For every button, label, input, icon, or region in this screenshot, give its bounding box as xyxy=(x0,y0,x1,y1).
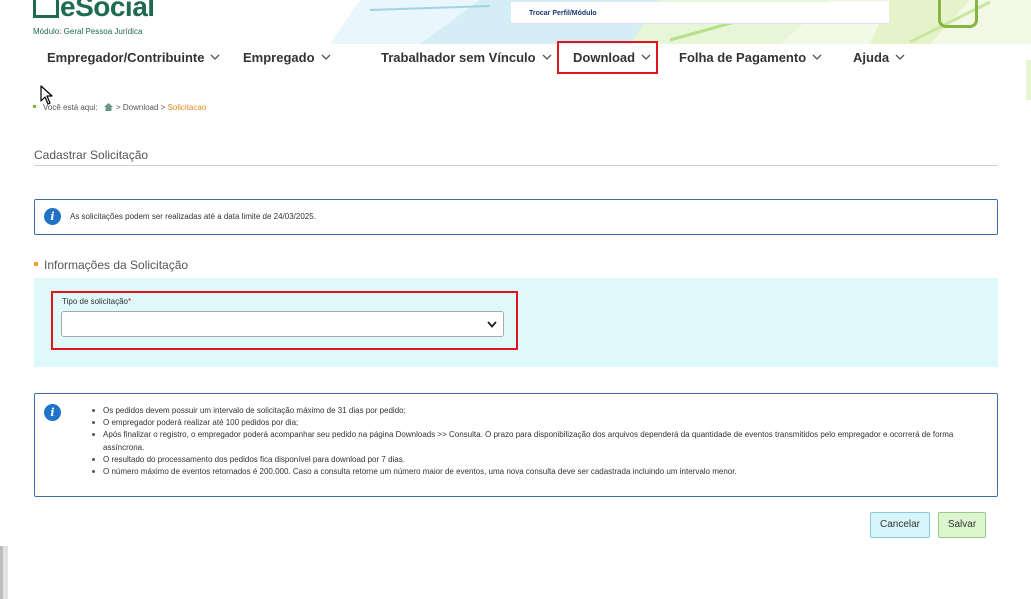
list-item: O número máximo de eventos retornados é … xyxy=(90,466,990,478)
info-icon: i xyxy=(44,404,61,421)
brand-corner-icon xyxy=(938,0,978,28)
section-title-text: Informações da Solicitação xyxy=(44,258,189,272)
mouse-cursor-icon xyxy=(40,85,53,105)
breadcrumb: Você está aqui: > Download > Solicitacao xyxy=(33,103,206,112)
page-title: Cadastrar Solicitação xyxy=(34,148,149,162)
breadcrumb-separator: > xyxy=(115,103,121,112)
top-header: eSocial Módulo: Geral Pessoa Jurídica Tr… xyxy=(0,0,1031,44)
section-bullet xyxy=(34,262,38,266)
download-highlight-box xyxy=(557,41,658,74)
rules-info-box: i Os pedidos devem possuir um intervalo … xyxy=(34,393,998,497)
trocar-perfil-link[interactable]: Trocar Perfil/Módulo xyxy=(529,10,597,17)
save-button[interactable]: Salvar xyxy=(938,512,986,538)
cancel-button[interactable]: Cancelar xyxy=(870,512,930,538)
nav-trabalhador-sem-vinculo[interactable]: Trabalhador sem Vínculo xyxy=(381,50,552,65)
right-edge-stripe xyxy=(1026,60,1031,100)
module-label: Módulo: Geral Pessoa Jurídica xyxy=(33,27,143,36)
chevron-down-icon xyxy=(210,54,220,60)
perfil-box: Trocar Perfil/Módulo xyxy=(511,2,889,24)
nav-empregado[interactable]: Empregado xyxy=(243,50,331,65)
list-item: O empregador poderá realizar até 100 ped… xyxy=(90,417,990,429)
esocial-logo[interactable]: eSocial xyxy=(33,0,155,23)
main-nav: Empregador/Contribuinte Empregado Trabal… xyxy=(0,44,1031,74)
title-divider xyxy=(34,165,998,166)
breadcrumb-item-download[interactable]: Download xyxy=(123,103,159,112)
list-item: O resultado do processamento dos pedidos… xyxy=(90,454,990,466)
nav-label: Folha de Pagamento xyxy=(679,50,807,65)
list-item: Após finalizar o registro, o empregador … xyxy=(90,429,990,453)
left-edge-strip xyxy=(0,546,10,599)
chevron-down-icon xyxy=(321,54,330,60)
logo-mark xyxy=(33,0,59,18)
section-title: Informações da Solicitação xyxy=(34,258,188,272)
breadcrumb-bullet xyxy=(33,105,36,108)
home-icon[interactable] xyxy=(103,103,113,111)
nav-label: Trabalhador sem Vínculo xyxy=(381,50,536,65)
nav-empregador-contribuinte[interactable]: Empregador/Contribuinte xyxy=(47,50,220,65)
info-icon: i xyxy=(44,208,61,225)
breadcrumb-separator: > xyxy=(160,103,166,112)
list-item: Os pedidos devem possuir um intervalo de… xyxy=(90,405,990,417)
select-highlight-box xyxy=(51,291,518,350)
nav-ajuda[interactable]: Ajuda xyxy=(853,50,905,65)
chevron-down-icon xyxy=(542,54,552,60)
chevron-down-icon xyxy=(895,54,905,60)
breadcrumb-item-current: Solicitacao xyxy=(167,103,207,112)
alert-text: As solicitações podem ser realizadas até… xyxy=(70,212,316,221)
nav-label: Empregado xyxy=(243,50,315,65)
chevron-down-icon xyxy=(812,54,822,60)
nav-label: Ajuda xyxy=(853,50,890,65)
logo-text: eSocial xyxy=(60,0,155,22)
nav-label: Empregador/Contribuinte xyxy=(47,50,205,65)
nav-folha-de-pagamento[interactable]: Folha de Pagamento xyxy=(679,50,822,65)
rules-list: Os pedidos devem possuir um intervalo de… xyxy=(90,405,990,478)
deadline-alert: i As solicitações podem ser realizadas a… xyxy=(34,199,998,235)
